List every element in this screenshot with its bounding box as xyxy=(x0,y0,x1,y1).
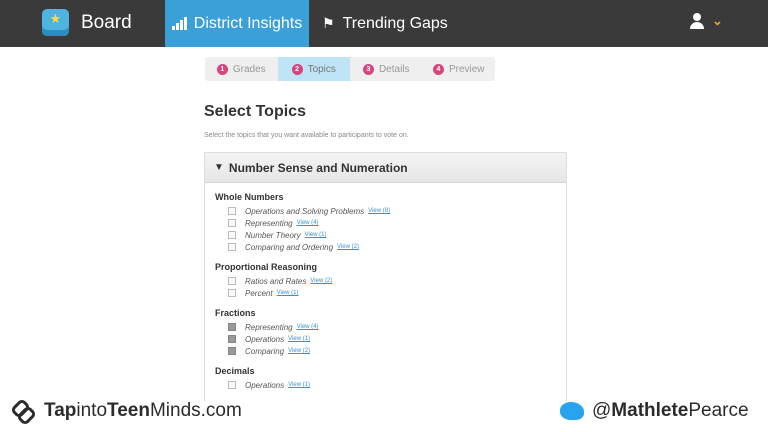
step-number-badge: 3 xyxy=(362,63,374,75)
group-proportional-reasoning: Proportional Reasoning Ratios and Rates V… xyxy=(205,262,566,299)
step-number-badge: 4 xyxy=(432,63,444,75)
step-number-badge: 1 xyxy=(216,63,228,75)
view-link[interactable]: View (2) xyxy=(337,244,359,250)
caret-down-icon: ▼ xyxy=(214,162,224,173)
topic-label: Operations xyxy=(245,334,285,344)
wizard-steps: 1 Grades 2 Topics 3 Details 4 Preview xyxy=(205,57,495,81)
topic-item: Representing View (4) xyxy=(215,217,566,229)
topic-checkbox[interactable] xyxy=(228,219,236,227)
step-label: Grades xyxy=(232,63,266,75)
step-preview[interactable]: 4 Preview xyxy=(423,57,496,81)
panel-header[interactable]: ▼ Number Sense and Numeration xyxy=(205,153,566,183)
group-decimals: Decimals Operations View (1) xyxy=(205,366,566,391)
step-grades[interactable]: 1 Grades xyxy=(205,57,278,81)
group-title: Decimals xyxy=(215,366,255,376)
view-link[interactable]: View (1) xyxy=(288,382,310,388)
tab-district-insights[interactable]: District Insights xyxy=(165,0,309,47)
topic-item: Comparing View (2) xyxy=(215,345,566,357)
tab-label: Trending Gaps xyxy=(342,14,448,32)
panel-title: Number Sense and Numeration xyxy=(228,160,408,175)
watermark-tapintoteenminds: TapintoTeenMinds.com xyxy=(9,397,242,427)
view-link[interactable]: View (2) xyxy=(310,278,332,284)
topic-checkbox[interactable] xyxy=(228,231,236,239)
star-board-icon: ★ xyxy=(42,9,69,36)
view-link[interactable]: View (2) xyxy=(288,348,310,354)
brand[interactable]: ★ Board xyxy=(42,9,132,36)
flag-icon: ⚑ xyxy=(322,15,335,31)
topic-item: Ratios and Rates View (2) xyxy=(215,275,566,287)
user-menu[interactable]: ⌄ xyxy=(690,13,723,29)
step-label: Preview xyxy=(448,63,485,75)
topic-item: Operations and Solving Problems View (8) xyxy=(215,205,566,217)
twitter-handle-text: @MathletePearce xyxy=(592,400,749,421)
tab-label: District Insights xyxy=(193,14,303,32)
topic-item: Comparing and Ordering View (2) xyxy=(215,241,566,253)
view-link[interactable]: View (8) xyxy=(368,208,390,214)
topic-label: Ratios and Rates xyxy=(245,276,307,286)
view-link[interactable]: View (1) xyxy=(305,232,327,238)
page-subtitle: Select the topics that you want availabl… xyxy=(204,132,409,139)
topic-label: Number Theory xyxy=(245,230,301,240)
app-name: Board xyxy=(81,11,132,33)
topic-item: Number Theory View (1) xyxy=(215,229,566,241)
twitter-bird-icon xyxy=(560,402,584,420)
step-label: Details xyxy=(378,63,410,75)
user-icon xyxy=(690,13,704,29)
signal-bars-icon xyxy=(171,17,188,30)
topic-item: Representing View (4) xyxy=(215,321,566,333)
view-link[interactable]: View (4) xyxy=(297,220,319,226)
topic-label: Comparing and Ordering xyxy=(245,242,334,252)
topic-label: Representing xyxy=(245,218,293,228)
group-title: Whole Numbers xyxy=(215,192,284,202)
topic-checkbox[interactable] xyxy=(228,347,236,355)
group-whole-numbers: Whole Numbers Operations and Solving Pro… xyxy=(205,192,566,253)
step-label: Topics xyxy=(307,63,336,75)
topic-panel: ▼ Number Sense and Numeration Whole Numb… xyxy=(204,152,567,401)
topic-checkbox[interactable] xyxy=(228,277,236,285)
watermark-text: TapintoTeenMinds.com xyxy=(44,400,242,421)
topic-label: Operations and Solving Problems xyxy=(245,206,365,216)
top-navbar: ★ Board District Insights ⚑ Trending Gap… xyxy=(0,0,768,47)
topic-label: Operations xyxy=(245,380,285,390)
watermark-twitter-handle: @MathletePearce xyxy=(560,400,749,422)
step-number-badge: 2 xyxy=(291,63,303,75)
group-title: Proportional Reasoning xyxy=(215,262,318,272)
topic-label: Comparing xyxy=(245,346,285,356)
chevron-down-icon: ⌄ xyxy=(712,13,723,28)
topic-label: Percent xyxy=(245,288,273,298)
topic-item: Percent View (1) xyxy=(215,287,566,299)
topic-item: Operations View (1) xyxy=(215,379,566,391)
topic-checkbox[interactable] xyxy=(228,207,236,215)
topic-checkbox[interactable] xyxy=(228,243,236,251)
group-title: Fractions xyxy=(215,308,256,318)
topic-label: Representing xyxy=(245,322,293,332)
step-details[interactable]: 3 Details xyxy=(350,57,423,81)
step-topics[interactable]: 2 Topics xyxy=(277,57,350,81)
topic-checkbox[interactable] xyxy=(228,323,236,331)
topic-checkbox[interactable] xyxy=(228,381,236,389)
view-link[interactable]: View (4) xyxy=(297,324,319,330)
view-link[interactable]: View (1) xyxy=(288,336,310,342)
group-fractions: Fractions Representing View (4) Operation… xyxy=(205,308,566,357)
topic-checkbox[interactable] xyxy=(228,289,236,297)
tab-trending-gaps[interactable]: ⚑ Trending Gaps xyxy=(322,0,448,47)
link-icon xyxy=(9,397,38,427)
page-title: Select Topics xyxy=(204,103,306,120)
topic-checkbox[interactable] xyxy=(228,335,236,343)
topic-item: Operations View (1) xyxy=(215,333,566,345)
view-link[interactable]: View (1) xyxy=(277,290,299,296)
